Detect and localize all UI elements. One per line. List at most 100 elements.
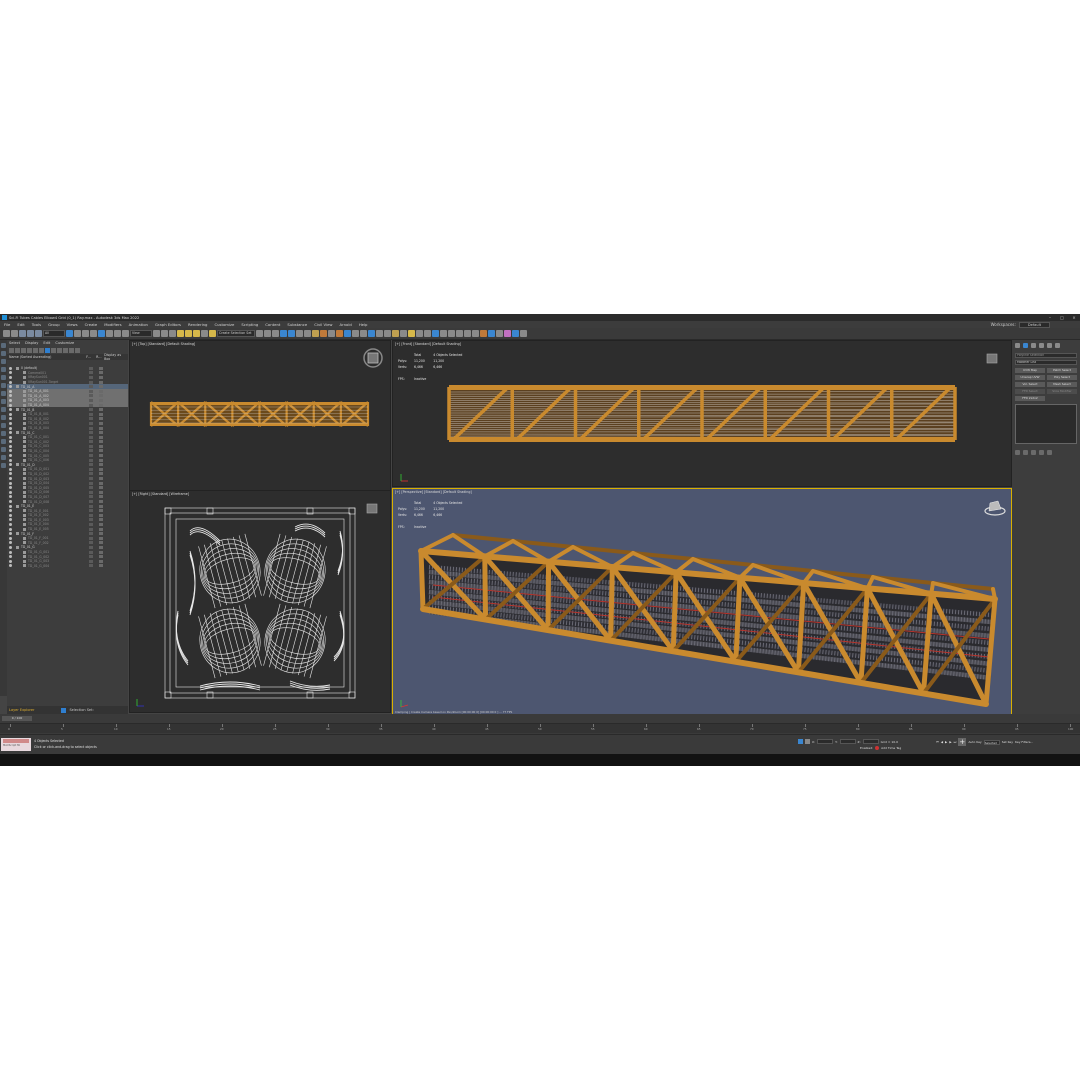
tab-display[interactable]: Display (25, 341, 38, 345)
freeze-toggle-icon[interactable] (89, 509, 93, 513)
visibility-eye-icon[interactable] (9, 403, 12, 407)
freeze-toggle-icon[interactable] (89, 444, 93, 448)
time-slider[interactable]: 0 / 100 (2, 716, 32, 721)
layer-icon[interactable] (61, 707, 67, 713)
set-key-button[interactable]: Set Key (1002, 740, 1013, 744)
find-icon[interactable] (1, 447, 6, 452)
vray-debug-icon[interactable] (504, 330, 511, 337)
toggle-layer-explorer-icon[interactable] (280, 330, 287, 337)
renderable-toggle-icon[interactable] (99, 408, 103, 412)
renderable-toggle-icon[interactable] (99, 440, 103, 444)
motion-tab-icon[interactable] (1039, 343, 1044, 348)
menu-edit[interactable]: Edit (17, 322, 24, 327)
menu-content[interactable]: Content (265, 322, 280, 327)
unlink-icon[interactable] (27, 330, 34, 337)
prev-frame-icon[interactable]: ◀ (941, 740, 943, 744)
keyboard-shortcut-icon[interactable] (169, 330, 176, 337)
freeze-toggle-icon[interactable] (89, 366, 93, 370)
visibility-eye-icon[interactable] (9, 440, 12, 444)
window-crossing-icon[interactable] (90, 330, 97, 337)
selection-filter-dropdown[interactable]: All (43, 330, 65, 337)
toggle-scene-explorer-icon[interactable] (272, 330, 279, 337)
layer-explorer-label[interactable]: Layer Explorer (9, 708, 34, 712)
add-time-tag-button[interactable]: Add Time Tag (881, 746, 901, 750)
freeze-toggle-icon[interactable] (89, 398, 93, 402)
visibility-eye-icon[interactable] (9, 454, 12, 458)
renderable-toggle-icon[interactable] (99, 541, 103, 545)
hierarchy-tab-icon[interactable] (1031, 343, 1036, 348)
renderable-toggle-icon[interactable] (99, 559, 103, 563)
renderable-toggle-icon[interactable] (99, 527, 103, 531)
modifier-button-uvw-map[interactable]: UVW Map (1015, 368, 1045, 373)
renderable-toggle-icon[interactable] (99, 550, 103, 554)
auto-key-button[interactable]: Auto Key (968, 740, 981, 744)
modifier-button-ffd-select[interactable]: FFD Select (1015, 389, 1045, 394)
viewport-front[interactable]: [+] [Front] [Standard] [Default Shading]… (392, 340, 1012, 487)
renderable-toggle-icon[interactable] (99, 398, 103, 402)
display-bones-icon[interactable] (1, 407, 6, 412)
visibility-eye-icon[interactable] (9, 380, 12, 384)
freeze-toggle-icon[interactable] (89, 435, 93, 439)
visibility-eye-icon[interactable] (9, 412, 12, 416)
renderable-toggle-icon[interactable] (99, 412, 103, 416)
renderable-toggle-icon[interactable] (99, 375, 103, 379)
tab-customize[interactable]: Customize (55, 341, 74, 345)
vray-proxy-icon[interactable] (424, 330, 431, 337)
freeze-toggle-icon[interactable] (89, 518, 93, 522)
vray-scene-converter-icon[interactable] (456, 330, 463, 337)
maximize-icon[interactable]: □ (1056, 315, 1068, 320)
renderable-toggle-icon[interactable] (99, 435, 103, 439)
explorer-row[interactable]: TD_01_G_004 (7, 564, 128, 569)
curve-editor-icon[interactable] (296, 330, 303, 337)
freeze-toggle-icon[interactable] (89, 380, 93, 384)
renderable-toggle-icon[interactable] (99, 467, 103, 471)
z-coordinate-field[interactable] (862, 739, 879, 744)
reference-coordinate-dropdown[interactable]: View (130, 330, 152, 337)
freeze-toggle-icon[interactable] (89, 527, 93, 531)
freeze-toggle-icon[interactable] (89, 555, 93, 559)
filter-cameras-icon[interactable] (39, 347, 44, 353)
goto-start-icon[interactable]: ⏮ (936, 740, 939, 744)
visibility-eye-icon[interactable] (9, 532, 12, 536)
render-setup-icon[interactable] (320, 330, 327, 337)
key-filters-button[interactable]: Key Filters... (1015, 740, 1033, 744)
freeze-toggle-icon[interactable] (89, 559, 93, 563)
menu-views[interactable]: Views (67, 322, 78, 327)
display-lights-icon[interactable] (1, 375, 6, 380)
visibility-eye-icon[interactable] (9, 522, 12, 526)
rotate-icon[interactable] (106, 330, 113, 337)
freeze-toggle-icon[interactable] (89, 545, 93, 549)
align-icon[interactable] (264, 330, 271, 337)
visibility-eye-icon[interactable] (9, 371, 12, 375)
renderable-toggle-icon[interactable] (99, 495, 103, 499)
a360-gallery-icon[interactable] (352, 330, 359, 337)
vray-sun-icon[interactable] (408, 330, 415, 337)
renderable-toggle-icon[interactable] (99, 394, 103, 398)
search-icon[interactable] (9, 347, 14, 353)
render-production-icon[interactable] (336, 330, 343, 337)
edit-named-selection-icon[interactable] (209, 330, 216, 337)
col-render[interactable]: R... (96, 355, 104, 359)
vray-settings-icon[interactable] (520, 330, 527, 337)
modify-tab-icon[interactable] (1023, 343, 1028, 348)
filter-xrefs-icon[interactable] (63, 347, 68, 353)
menu-create[interactable]: Create (85, 322, 98, 327)
renderable-toggle-icon[interactable] (99, 486, 103, 490)
visibility-eye-icon[interactable] (9, 421, 12, 425)
renderable-toggle-icon[interactable] (99, 504, 103, 508)
modifier-button-vol-select[interactable]: Vol. Select (1015, 382, 1045, 387)
lock-selection-icon[interactable] (1, 439, 6, 444)
freeze-toggle-icon[interactable] (89, 458, 93, 462)
vray-denoiser-icon[interactable] (488, 330, 495, 337)
modifier-list-dropdown[interactable]: Modifier List (1015, 360, 1077, 365)
invert-display-icon[interactable] (1, 431, 6, 436)
renderable-toggle-icon[interactable] (99, 522, 103, 526)
menu-group[interactable]: Group (48, 322, 60, 327)
mirror-icon[interactable] (256, 330, 263, 337)
bind-space-warp-icon[interactable] (35, 330, 42, 337)
freeze-toggle-icon[interactable] (89, 385, 93, 389)
col-name[interactable]: Name (Sorted Ascending) (9, 355, 86, 359)
menu-arnold[interactable]: Arnold (340, 322, 352, 327)
visibility-eye-icon[interactable] (9, 444, 12, 448)
renderable-toggle-icon[interactable] (99, 426, 103, 430)
